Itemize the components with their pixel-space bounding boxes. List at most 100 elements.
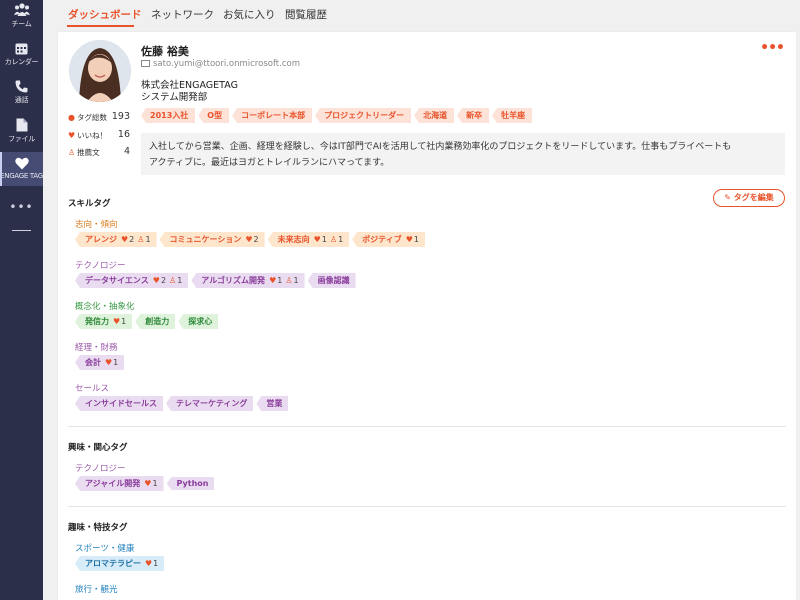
category-label: 概念化・抽象化 bbox=[75, 302, 135, 312]
skill-tag[interactable]: アレンジ ♥2 ♙1 bbox=[75, 232, 157, 247]
calendar-icon bbox=[15, 43, 28, 55]
more-menu-button[interactable]: ••• bbox=[760, 40, 785, 56]
profile-tag[interactable]: 新卒 bbox=[457, 108, 490, 123]
like-count: 1 bbox=[152, 479, 158, 488]
tag-row: アロマテラピー ♥1 bbox=[75, 556, 167, 571]
rec-count: 1 bbox=[177, 276, 183, 285]
category-label: セールス bbox=[75, 384, 110, 394]
bio-line: 入社してから営業、企画、経理を経験し、今はIT部門でAIを活用して社内業務効率化… bbox=[149, 142, 732, 152]
avatar bbox=[69, 40, 131, 102]
skill-tag[interactable]: コミュニケーション ♥2 bbox=[159, 232, 265, 247]
profile-department: システム開発部 bbox=[141, 92, 208, 103]
profile-tag[interactable]: 牡羊座 bbox=[492, 108, 533, 123]
tag-label: 営業 bbox=[266, 399, 283, 408]
sidebar-item-label: ENGAGE TAG bbox=[0, 172, 43, 180]
tag-row: 会計 ♥1 bbox=[75, 355, 127, 370]
skill-tag[interactable]: 営業 bbox=[256, 396, 289, 411]
tag-row: 発信力 ♥1 創造力 探求心 bbox=[75, 314, 221, 329]
avatar-image bbox=[69, 40, 131, 102]
ribbon-icon: ♙ bbox=[68, 148, 76, 157]
tag-label: インサイドセールス bbox=[85, 399, 157, 408]
sidebar-item-calendar[interactable]: カレンダー bbox=[0, 42, 43, 67]
tag-icon: ● bbox=[68, 113, 75, 122]
skill-tag[interactable]: アルゴリズム開発 ♥1 ♙1 bbox=[191, 273, 305, 288]
profile-tag[interactable]: コーポレート本部 bbox=[232, 108, 313, 123]
tag-label: アルゴリズム開発 bbox=[201, 276, 266, 285]
tab-history[interactable]: 閲覧履歴 bbox=[285, 7, 327, 22]
heart-icon: ♥ bbox=[121, 235, 129, 244]
stat-value: 16 bbox=[117, 129, 130, 140]
stat-likes: ♥ いいね！ 16 bbox=[68, 129, 130, 141]
heart-icon: ♥ bbox=[68, 131, 76, 140]
profile-tag[interactable]: O型 bbox=[198, 108, 230, 123]
tag-label: 創造力 bbox=[145, 317, 170, 326]
skill-tag[interactable]: テレマーケティング bbox=[166, 396, 254, 411]
mail-icon bbox=[141, 60, 150, 67]
more-apps-button[interactable]: ••• bbox=[0, 200, 43, 214]
interest-tag[interactable]: Python bbox=[166, 477, 215, 490]
like-count: 2 bbox=[129, 235, 135, 244]
heart-icon: ♥ bbox=[269, 276, 277, 285]
sidebar-item-engage-tag[interactable]: ENGAGE TAG bbox=[0, 152, 43, 186]
skill-tag[interactable]: 探求心 bbox=[178, 314, 219, 329]
stat-value: 4 bbox=[123, 146, 130, 157]
profile-card: ••• 佐藤 裕美 sato.yumi@ttoori.onmicrosoft.c… bbox=[58, 32, 796, 600]
ribbon-icon: ♙ bbox=[329, 235, 338, 244]
skill-tag[interactable]: 画像認識 bbox=[307, 273, 356, 288]
category-label: テクノロジー bbox=[75, 261, 126, 271]
tag-label: 未来志向 bbox=[277, 235, 310, 244]
heart-icon: ♥ bbox=[405, 235, 413, 244]
heart-icon: ♥ bbox=[245, 235, 253, 244]
hobby-tag[interactable]: アロマテラピー ♥1 bbox=[75, 556, 165, 571]
like-count: 1 bbox=[277, 276, 283, 285]
profile-tag[interactable]: 2013入社 bbox=[141, 108, 196, 123]
profile-tag[interactable]: プロジェクトリーダー bbox=[315, 108, 412, 123]
tag-label: テレマーケティング bbox=[176, 399, 248, 408]
edit-tags-button[interactable]: ✎ タグを編集 bbox=[713, 189, 785, 207]
active-tab-indicator bbox=[67, 25, 134, 27]
category-label: 旅行・観光 bbox=[75, 585, 118, 595]
ribbon-icon: ♙ bbox=[285, 276, 293, 285]
profile-bio: 入社してから営業、企画、経理を経験し、今はIT部門でAIを活用して社内業務効率化… bbox=[141, 133, 785, 175]
tag-label: コミュニケーション bbox=[169, 235, 242, 244]
like-count: 1 bbox=[413, 235, 419, 244]
tab-network[interactable]: ネットワーク bbox=[151, 7, 214, 22]
tag-label: 探求心 bbox=[188, 317, 213, 326]
skill-tag[interactable]: ポジティブ ♥1 bbox=[352, 232, 425, 247]
heart-icon: ♥ bbox=[144, 479, 152, 488]
tag-label: アレンジ bbox=[85, 235, 117, 244]
tag-label: ポジティブ bbox=[362, 235, 402, 244]
profile-tag[interactable]: 北海道 bbox=[414, 108, 455, 123]
bio-line: アクティブに。最近はヨガとトレイルランにハマってます。 bbox=[149, 158, 390, 168]
sidebar-item-calls[interactable]: 通話 bbox=[0, 80, 43, 105]
skill-tag[interactable]: 創造力 bbox=[135, 314, 176, 329]
like-count: 1 bbox=[321, 235, 327, 244]
heart-icon: ♥ bbox=[313, 235, 321, 244]
heart-icon: ♥ bbox=[152, 276, 160, 285]
stat-label: 推薦文 bbox=[77, 148, 100, 157]
skill-tag[interactable]: インサイドセールス bbox=[75, 396, 163, 411]
hobbies-section-title: 趣味・特技タグ bbox=[68, 523, 128, 533]
edit-tags-label: タグを編集 bbox=[733, 193, 774, 202]
rec-count: 1 bbox=[145, 235, 151, 244]
rec-count: 1 bbox=[338, 235, 344, 244]
skill-tag[interactable]: 発信力 ♥1 bbox=[75, 314, 133, 329]
sidebar-item-team[interactable]: チーム bbox=[0, 3, 43, 29]
skill-tag[interactable]: 未来志向 ♥1 ♙1 bbox=[267, 232, 350, 247]
skill-tag[interactable]: データサイエンス ♥2 ♙1 bbox=[75, 273, 189, 288]
tag-row: アレンジ ♥2 ♙1 コミュニケーション ♥2 未来志向 ♥1 ♙1 ポジティブ ♥1 bbox=[75, 232, 428, 247]
sidebar-item-files[interactable]: ファイル bbox=[0, 118, 43, 144]
tab-dashboard[interactable]: ダッシュボード bbox=[68, 7, 142, 22]
skill-tag[interactable]: 会計 ♥1 bbox=[75, 355, 125, 370]
stat-value: 193 bbox=[111, 111, 130, 122]
category-label: 経理・財務 bbox=[75, 343, 118, 353]
tag-row: データサイエンス ♥2 ♙1 アルゴリズム開発 ♥1 ♙1 画像認識 bbox=[75, 273, 359, 288]
stat-label: いいね！ bbox=[77, 131, 108, 140]
like-count: 2 bbox=[160, 276, 167, 285]
ribbon-icon: ♙ bbox=[169, 276, 177, 285]
sidebar-item-label: 通話 bbox=[14, 96, 29, 104]
engage-tag-icon bbox=[14, 157, 29, 170]
interest-tag[interactable]: アジャイル開発 ♥1 bbox=[75, 476, 164, 491]
tab-favorites[interactable]: お気に入り bbox=[223, 7, 276, 22]
category-label: 志向・傾向 bbox=[75, 220, 118, 230]
